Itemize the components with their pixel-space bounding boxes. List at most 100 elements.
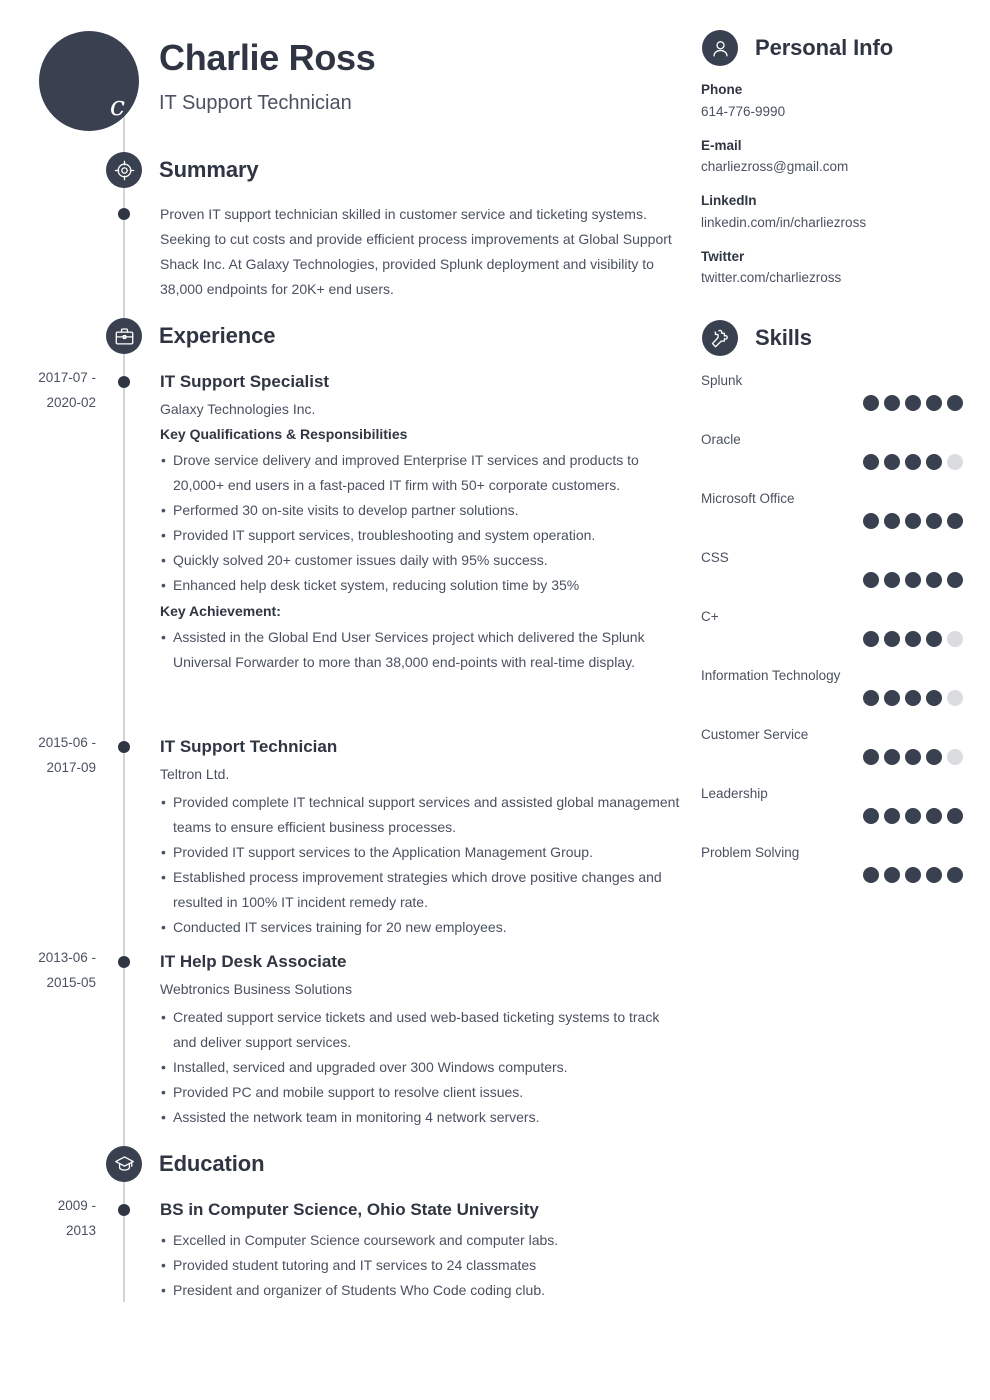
rating-dot xyxy=(926,808,942,824)
list-item: Enhanced help desk ticket system, reduci… xyxy=(160,573,680,598)
rating-dot xyxy=(884,631,900,647)
contact-label: Phone xyxy=(701,82,743,97)
timeline-dot xyxy=(118,741,130,753)
rating-dot xyxy=(863,690,879,706)
list-item: Assisted in the Global End User Services… xyxy=(160,625,680,675)
experience-org-1: Teltron Ltd. xyxy=(160,766,230,783)
rating-dot xyxy=(884,808,900,824)
list-item: Provided IT support services, troublesho… xyxy=(160,523,680,548)
contact-list: Phone 614-776-9990 E-mail charliezross@g… xyxy=(701,80,981,302)
rating-dot xyxy=(905,454,921,470)
contact-value[interactable]: linkedin.com/in/charliezross xyxy=(701,212,981,234)
list-item: Created support service tickets and used… xyxy=(160,1005,680,1055)
skill-rating xyxy=(863,631,963,647)
rating-dot xyxy=(863,749,879,765)
skill-name: Microsoft Office xyxy=(701,491,795,506)
rating-dot xyxy=(863,454,879,470)
section-header-skills: Skills xyxy=(702,320,812,356)
rating-dot xyxy=(905,513,921,529)
list-item: Provided PC and mobile support to resolv… xyxy=(160,1080,680,1105)
education-bullets-0: Excelled in Computer Science coursework … xyxy=(160,1228,680,1303)
rating-dot xyxy=(926,572,942,588)
rating-dot xyxy=(905,867,921,883)
experience-title-2: IT Help Desk Associate xyxy=(160,952,347,971)
puzzle-piece-icon xyxy=(702,320,738,356)
rating-dot xyxy=(926,749,942,765)
contact-value: charliezross@gmail.com xyxy=(701,159,849,175)
skill-name: C+ xyxy=(701,609,719,624)
resume-page: c Charlie Ross IT Support Technician Sum… xyxy=(0,0,990,1400)
rating-dot xyxy=(947,631,963,647)
contact-label: Twitter xyxy=(701,248,745,264)
skill-name: Problem Solving xyxy=(701,845,800,860)
skill-rating xyxy=(863,749,963,765)
rating-dot xyxy=(905,572,921,588)
experience-title-0: IT Support Specialist xyxy=(160,372,330,391)
contact-item-linkedin: LinkedIn linkedin.com/in/charliezross xyxy=(701,191,981,234)
experience-entry-1: IT Support Technician Teltron Ltd. Provi… xyxy=(160,736,680,940)
avatar: c xyxy=(39,31,139,131)
resume-header: c Charlie Ross IT Support Technician xyxy=(0,0,690,140)
list-item: Conducted IT services training for 20 ne… xyxy=(160,915,680,940)
skill-row: C+ xyxy=(701,606,963,665)
skill-rating xyxy=(863,513,963,529)
avatar-monogram: c xyxy=(109,91,125,122)
rating-dot xyxy=(947,395,963,411)
rating-dot xyxy=(863,513,879,529)
list-item: Provided IT support services to the Appl… xyxy=(160,840,680,865)
briefcase-icon xyxy=(106,318,142,354)
experience-entry-2: IT Help Desk Associate Webtronics Busine… xyxy=(160,951,680,1130)
section-title-summary: Summary xyxy=(159,157,259,182)
rating-dot xyxy=(947,867,963,883)
section-title-skills: Skills xyxy=(755,325,812,350)
experience-date-1-line2: 2017-09 xyxy=(46,760,96,775)
skill-rating xyxy=(863,808,963,824)
list-item: Installed, serviced and upgraded over 30… xyxy=(160,1055,680,1080)
education-title-0: BS in Computer Science, Ohio State Unive… xyxy=(160,1200,539,1219)
list-item: Assisted the network team in monitoring … xyxy=(160,1105,680,1130)
skill-row: Leadership xyxy=(701,783,963,842)
timeline-dot xyxy=(118,376,130,388)
rating-dot xyxy=(926,631,942,647)
skill-rating xyxy=(863,690,963,706)
rating-dot xyxy=(863,572,879,588)
education-entry-0: BS in Computer Science, Ohio State Unive… xyxy=(160,1199,680,1303)
skill-row: Problem Solving xyxy=(701,842,963,901)
contact-value: 614-776-9990 xyxy=(701,103,786,119)
rating-dot xyxy=(905,631,921,647)
list-item: Drove service delivery and improved Ente… xyxy=(160,448,680,498)
rating-dot xyxy=(884,454,900,470)
skill-rating xyxy=(863,454,963,470)
rating-dot xyxy=(947,690,963,706)
skill-row: CSS xyxy=(701,547,963,606)
skill-row: Microsoft Office xyxy=(701,488,963,547)
rating-dot xyxy=(905,690,921,706)
skill-name: CSS xyxy=(701,550,729,565)
right-column: Personal Info Phone 614-776-9990 E-mail … xyxy=(700,0,990,1400)
contact-value[interactable]: twitter.com/charliezross xyxy=(701,267,981,289)
timeline-dot xyxy=(118,956,130,968)
experience-bullets-1: Provided complete IT technical support s… xyxy=(160,790,680,940)
rating-dot xyxy=(863,808,879,824)
skill-rating xyxy=(863,572,963,588)
rating-dot xyxy=(926,513,942,529)
rating-dot xyxy=(905,395,921,411)
rating-dot xyxy=(884,513,900,529)
section-title-education: Education xyxy=(159,1151,265,1176)
contact-label: LinkedIn xyxy=(701,193,757,209)
skill-rating xyxy=(863,867,963,883)
skill-row: Oracle xyxy=(701,429,963,488)
skill-row: Customer Service xyxy=(701,724,963,783)
experience-date-0-line1: 2017-07 - xyxy=(38,370,96,385)
experience-bullets-0-1: Drove service delivery and improved Ente… xyxy=(160,448,680,598)
rating-dot xyxy=(947,454,963,470)
section-title-experience: Experience xyxy=(159,323,276,348)
section-header-experience: Experience xyxy=(106,318,276,354)
list-item: Performed 30 on-site visits to develop p… xyxy=(160,498,680,523)
experience-subheading-0-2: Key Achievement: xyxy=(160,603,281,620)
rating-dot xyxy=(926,867,942,883)
rating-dot xyxy=(884,690,900,706)
timeline-dot xyxy=(118,208,130,220)
rating-dot xyxy=(947,808,963,824)
experience-org-0: Galaxy Technologies Inc. xyxy=(160,401,316,418)
